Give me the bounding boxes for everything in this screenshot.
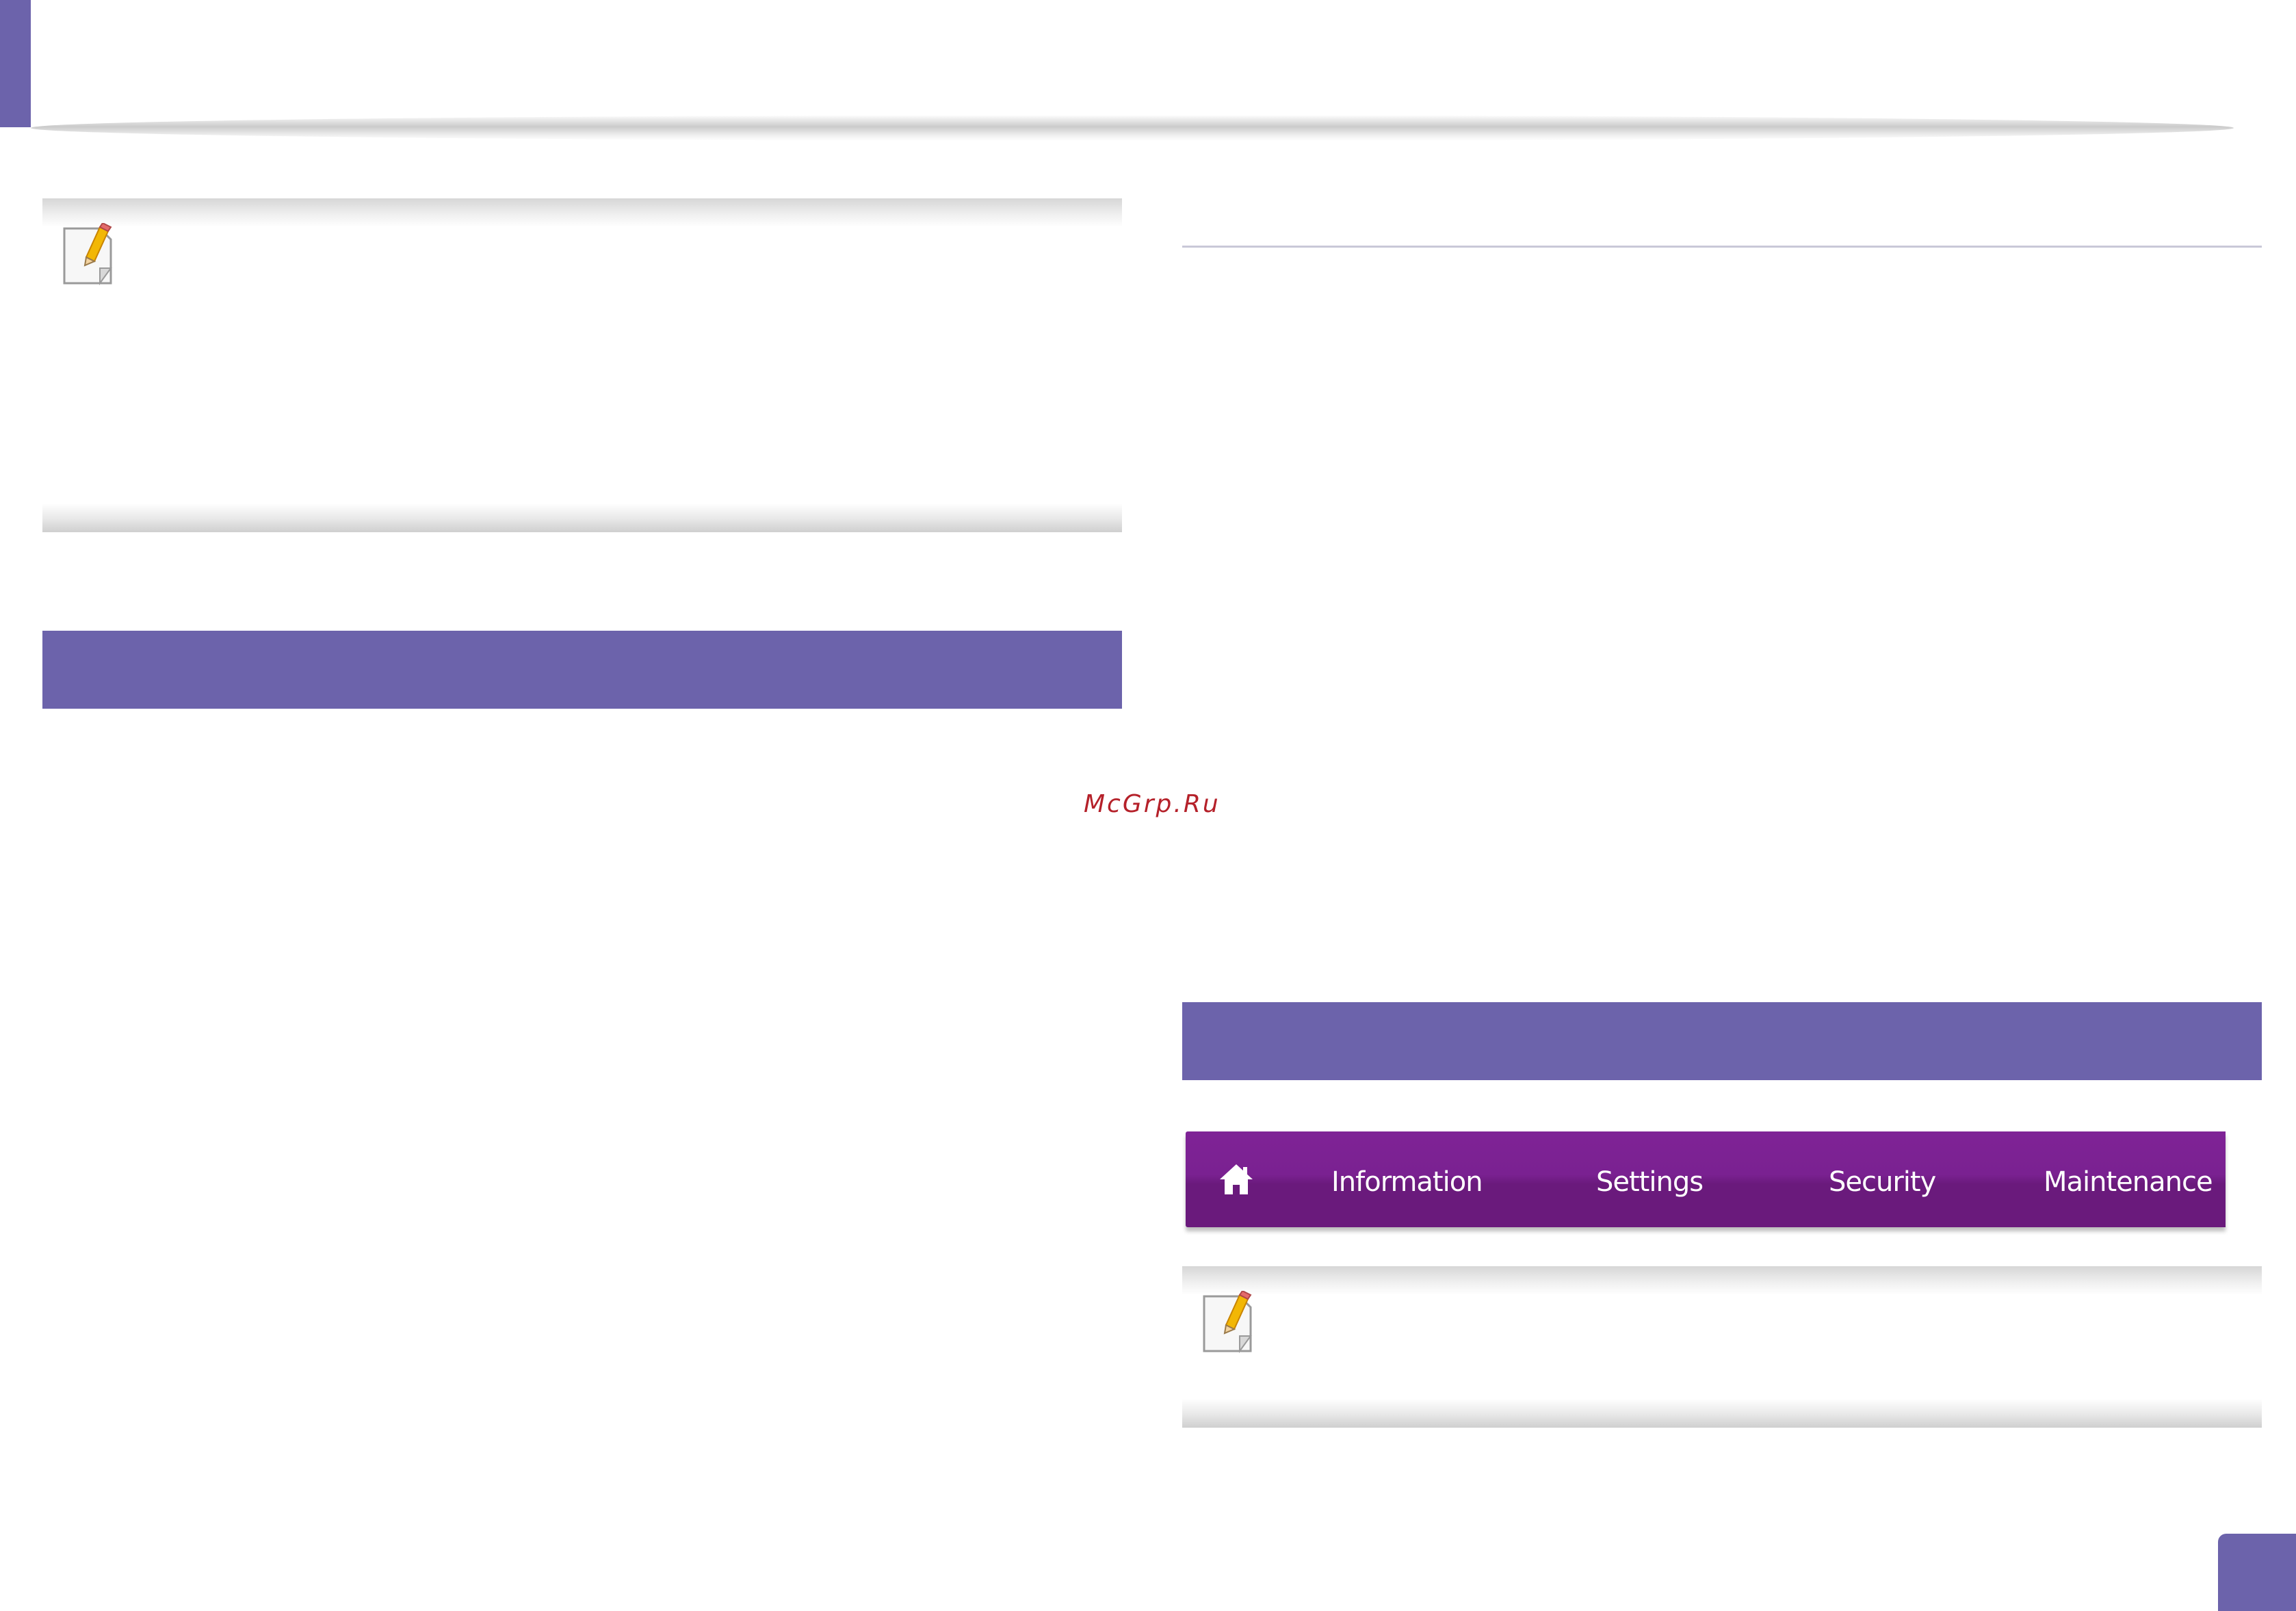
note-pencil-icon	[1203, 1291, 1252, 1354]
note-box-top-edge	[42, 198, 1122, 227]
note-box-bottom-edge	[1182, 1399, 2262, 1428]
section-header-bar-left	[42, 631, 1122, 709]
home-icon[interactable]	[1218, 1162, 1254, 1197]
note-box-top-edge	[1182, 1266, 2262, 1295]
note-box-2	[1182, 1266, 2262, 1428]
nav-item-settings[interactable]: Settings	[1596, 1131, 1704, 1227]
corner-tab	[0, 0, 31, 127]
note-pencil-icon	[63, 223, 112, 286]
nav-item-security[interactable]: Security	[1829, 1131, 1936, 1227]
note-box-bottom-edge	[42, 503, 1122, 532]
section-header-bar-right	[1182, 1002, 2262, 1080]
watermark-text: McGrp.Ru	[1084, 790, 1221, 818]
nav-item-information[interactable]: Information	[1331, 1131, 1483, 1227]
header-rule	[31, 115, 2234, 141]
page-number-tab	[2218, 1534, 2296, 1611]
nav-item-maintenance[interactable]: Maintenance	[2044, 1131, 2213, 1227]
note-box-1	[42, 198, 1122, 532]
web-ui-nav-bar: Information Settings Security Maintenanc…	[1186, 1131, 2226, 1227]
column-divider-rule	[1182, 246, 2262, 248]
